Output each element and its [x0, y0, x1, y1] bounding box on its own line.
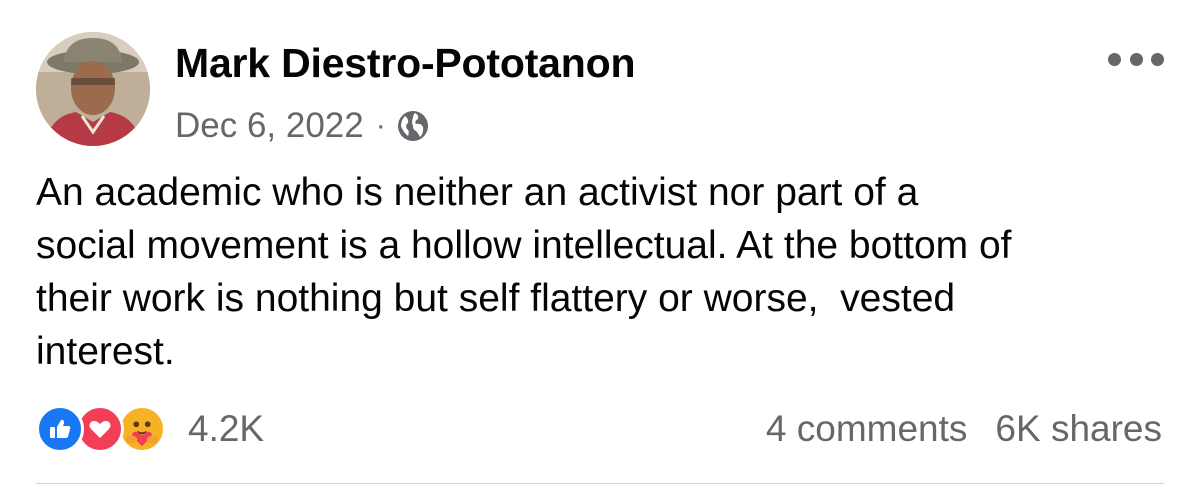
author-name[interactable]: Mark Diestro-Pototanon: [175, 40, 635, 87]
shares-count[interactable]: 6K shares: [995, 408, 1162, 450]
post-body-text: An academic who is neither an activist n…: [36, 171, 1012, 373]
more-options-icon[interactable]: [1108, 44, 1164, 74]
reaction-count[interactable]: 4.2K: [188, 408, 264, 450]
meta-separator: ·: [375, 109, 386, 142]
post-meta: Dec 6, 2022 ·: [175, 103, 430, 149]
author-avatar[interactable]: [36, 32, 150, 146]
comments-count[interactable]: 4 comments: [766, 408, 968, 450]
engagement-stats: 4 comments 6K shares: [766, 404, 1162, 454]
post-date[interactable]: Dec 6, 2022: [175, 106, 364, 146]
more-dot: [1151, 52, 1164, 66]
reactions-summary[interactable]: 4.2K: [36, 404, 264, 454]
profile-photo: [36, 32, 150, 146]
reaction-icons: [36, 404, 176, 454]
more-dot: [1108, 52, 1121, 66]
like-reaction-icon: [36, 405, 84, 453]
facebook-post: Mark Diestro-Pototanon Dec 6, 2022 · An …: [0, 0, 1200, 499]
globe-icon[interactable]: [396, 109, 430, 143]
more-dot: [1129, 52, 1143, 66]
care-reaction-icon: [118, 405, 166, 453]
divider: [36, 483, 1164, 484]
